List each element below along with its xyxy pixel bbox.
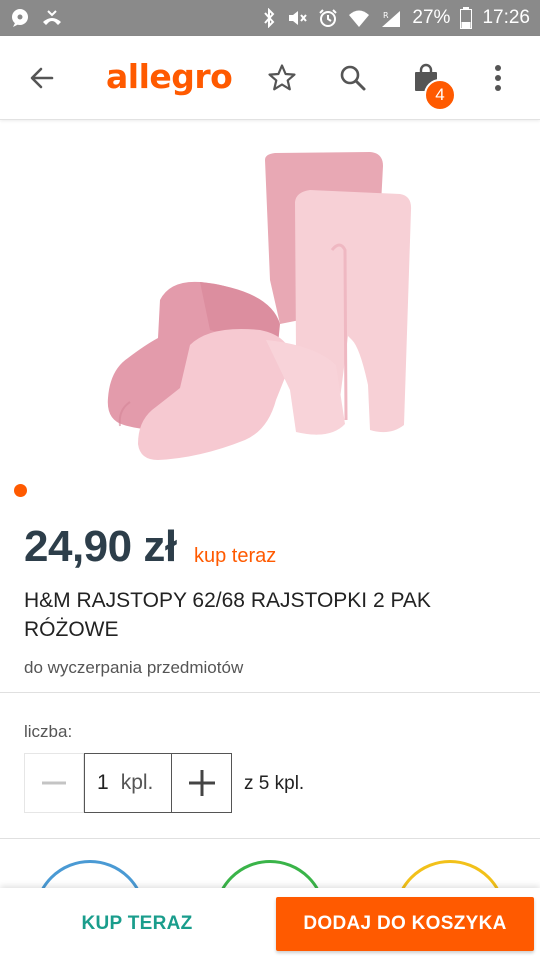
divider xyxy=(0,692,540,693)
mute-icon xyxy=(286,7,308,29)
status-left xyxy=(10,7,64,29)
alarm-icon xyxy=(318,7,338,29)
cart-count-badge: 4 xyxy=(424,79,456,111)
quantity-stepper: 1 kpl. xyxy=(24,753,232,813)
favorite-button[interactable] xyxy=(256,52,308,104)
star-icon xyxy=(268,64,296,91)
search-icon xyxy=(340,65,366,91)
quantity-input[interactable]: 1 kpl. xyxy=(84,753,172,813)
cell-signal-icon: R xyxy=(380,7,402,29)
availability-text: do wyczerpania przedmiotów xyxy=(24,658,244,677)
search-button[interactable] xyxy=(327,52,379,104)
buy-now-button[interactable]: KUP TERAZ xyxy=(24,898,250,950)
back-button[interactable] xyxy=(16,52,68,104)
bottom-action-bar: KUP TERAZ DODAJ DO KOSZYKA xyxy=(0,888,540,960)
battery-percentage: 27% xyxy=(412,7,451,28)
buy-now-tag: kup teraz xyxy=(194,545,277,567)
minus-icon xyxy=(42,781,66,785)
wifi-icon xyxy=(348,7,370,29)
product-image[interactable] xyxy=(100,140,430,480)
bluetooth-icon xyxy=(262,7,276,29)
product-title: H&M RAJSTOPY 62/68 RAJSTOPKI 2 PAK RÓŻOW… xyxy=(24,589,431,641)
arrow-back-icon xyxy=(30,67,54,89)
more-vert-icon xyxy=(495,65,501,91)
quantity-max: z 5 kpl. xyxy=(244,773,305,794)
divider xyxy=(0,838,540,839)
allegro-logo[interactable]: allegro xyxy=(106,52,233,102)
svg-text:R: R xyxy=(383,11,389,20)
chat-notification-icon xyxy=(10,7,30,29)
product-price: 24,90 zł xyxy=(24,522,177,571)
plus-icon xyxy=(188,770,215,796)
quantity-unit: kpl. xyxy=(120,771,154,794)
decrement-button[interactable] xyxy=(24,753,84,813)
more-options-button[interactable] xyxy=(472,52,524,104)
add-to-cart-button[interactable]: DODAJ DO KOSZYKA xyxy=(276,897,534,951)
clock: 17:26 xyxy=(482,7,530,28)
status-bar: R 27% 17:26 xyxy=(0,0,540,36)
status-right: R 27% 17:26 xyxy=(262,7,530,29)
missed-call-icon xyxy=(40,7,64,29)
battery-icon xyxy=(460,7,473,29)
app-bar: allegro xyxy=(0,36,540,120)
increment-button[interactable] xyxy=(172,753,232,813)
quantity-label: liczba: xyxy=(24,722,73,741)
quantity-value: 1 xyxy=(97,771,109,794)
carousel-indicator[interactable] xyxy=(14,484,27,497)
